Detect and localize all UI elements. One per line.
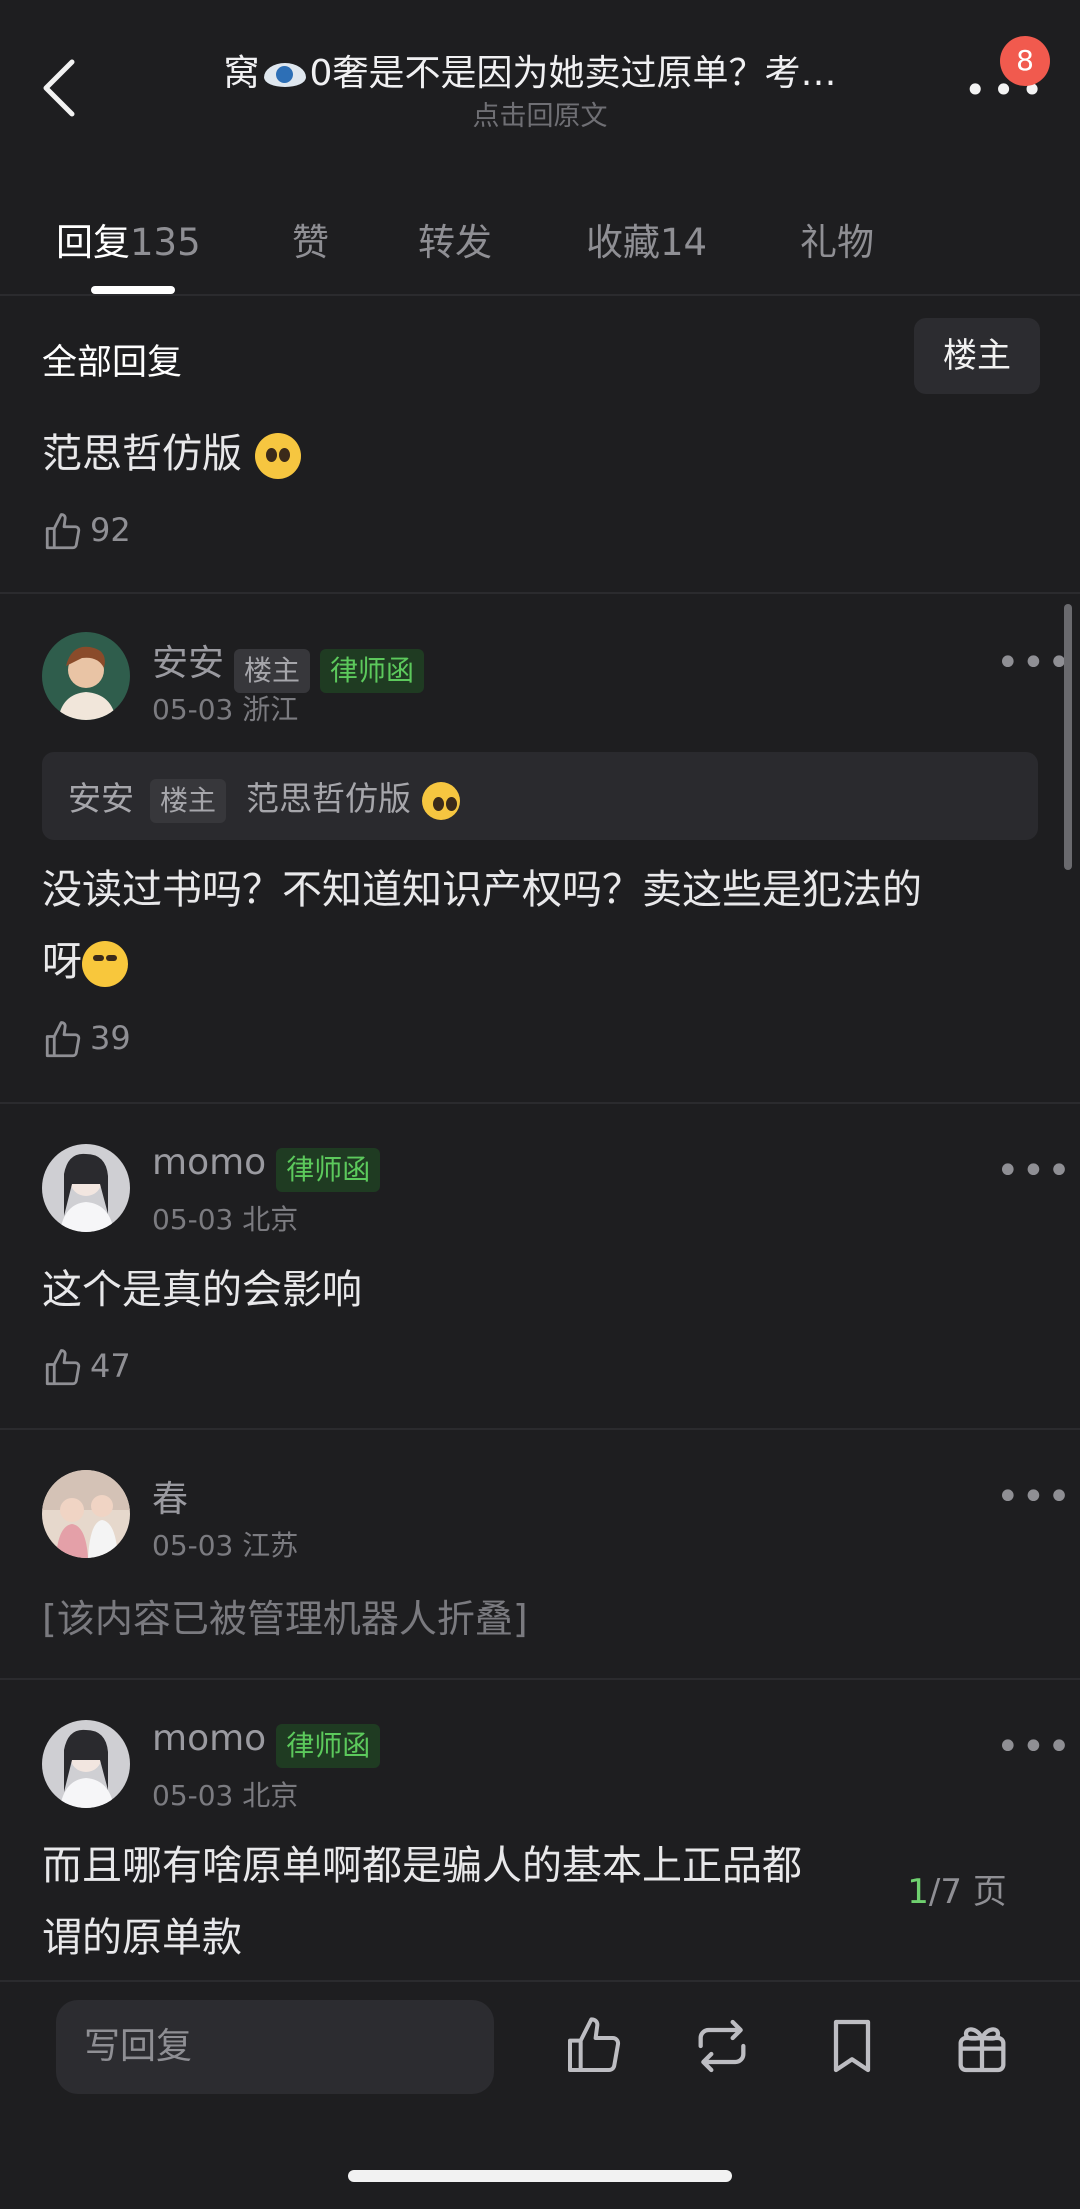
username[interactable]: momo	[152, 1718, 266, 1759]
thumbs-up-icon	[45, 1021, 81, 1058]
comment-options-button[interactable]: •••	[996, 1474, 1073, 1520]
active-tab-indicator	[91, 286, 175, 294]
laughing-face-icon	[82, 941, 128, 987]
divider	[0, 294, 1080, 296]
lawyer-letter-tag: 律师函	[320, 648, 425, 693]
post-title[interactable]: 窝 0奢是不是因为她卖过原单？考…	[150, 44, 910, 96]
comment-options-button[interactable]: •••	[996, 640, 1073, 686]
comment-text: 没读过书吗？不知道知识产权吗？卖这些是犯法的 呀	[42, 867, 922, 987]
comment-meta: 05-03 浙江	[152, 693, 299, 726]
forward-button[interactable]	[690, 2014, 754, 2078]
pleading-face-icon	[421, 781, 460, 820]
all-replies-label: 全部回复	[42, 343, 183, 383]
like-button[interactable]: 39	[42, 1016, 131, 1060]
home-indicator[interactable]	[348, 2170, 732, 2182]
thumbs-up-icon	[568, 2017, 621, 2072]
avatar[interactable]	[42, 632, 130, 720]
lawyer-letter-tag: 律师函	[276, 1723, 381, 1768]
comment-meta: 05-03 北京	[152, 1779, 299, 1812]
like-post-button[interactable]	[562, 2014, 626, 2078]
comment-text: 而且哪有啥原单啊都是骗人的基本上正品都 谓的原单款	[42, 1843, 802, 1961]
repost-icon	[698, 2019, 746, 2073]
tab-forwards[interactable]: 转发	[418, 212, 492, 266]
username[interactable]: momo	[152, 1142, 266, 1183]
owner-tag: 楼主	[234, 648, 311, 693]
thumbs-up-icon	[45, 513, 81, 550]
quoted-reply[interactable]: 安安 楼主 范思哲仿版	[42, 752, 1038, 840]
chevron-left-icon	[43, 59, 75, 117]
tab-likes[interactable]: 赞	[292, 212, 329, 266]
quote-text: 范思哲仿版	[246, 779, 412, 818]
avatar[interactable]	[42, 1144, 130, 1232]
back-button[interactable]	[38, 58, 82, 118]
folded-comment-notice[interactable]: [该内容已被管理机器人折叠]	[42, 1588, 528, 1643]
scrollbar[interactable]	[1064, 604, 1072, 870]
tab-favorites[interactable]: 收藏14	[586, 212, 707, 266]
avatar[interactable]	[42, 1720, 130, 1808]
bookmark-icon	[833, 2019, 871, 2073]
comment-meta: 05-03 北京	[152, 1203, 299, 1236]
tab-gifts[interactable]: 礼物	[800, 212, 874, 266]
owner-only-button[interactable]: 楼主	[914, 318, 1040, 394]
divider	[0, 592, 1080, 594]
reply-input[interactable]: 写回复	[56, 2000, 494, 2094]
divider	[0, 1678, 1080, 1680]
eye-emoji-icon	[263, 63, 306, 87]
page-indicator[interactable]: 1/7 页	[872, 1852, 1042, 1932]
like-button[interactable]: 92	[42, 508, 131, 552]
comment-options-button[interactable]: •••	[996, 1148, 1073, 1194]
owner-tag: 楼主	[150, 778, 227, 823]
post-content: 范思哲仿版	[42, 418, 301, 490]
comment-header: momo 律师函	[152, 1718, 381, 1768]
gift-button[interactable]	[950, 2014, 1014, 2078]
thumbs-up-icon	[45, 1349, 81, 1386]
like-button[interactable]: 47	[42, 1344, 131, 1388]
comment-header: 安安 楼主 律师函	[152, 634, 425, 693]
comment-header: momo 律师函	[152, 1142, 381, 1192]
back-to-original-link[interactable]: 点击回原文	[150, 94, 930, 133]
comment-meta: 05-03 江苏	[152, 1529, 299, 1562]
quote-username: 安安	[68, 779, 134, 818]
divider	[0, 1102, 1080, 1104]
comment-text: 这个是真的会影响	[42, 1267, 362, 1313]
avatar[interactable]	[42, 1470, 130, 1558]
pleading-face-icon	[254, 433, 301, 479]
lawyer-letter-tag: 律师函	[276, 1147, 381, 1192]
username[interactable]: 春	[152, 1470, 188, 1522]
comment-options-button[interactable]: •••	[996, 1724, 1073, 1770]
username[interactable]: 安安	[152, 643, 224, 684]
tab-replies[interactable]: 回复135	[56, 212, 201, 266]
divider	[0, 1428, 1080, 1430]
favorite-button[interactable]	[820, 2014, 884, 2078]
notification-badge: 8	[1000, 36, 1050, 86]
gift-icon	[958, 2027, 1006, 2073]
